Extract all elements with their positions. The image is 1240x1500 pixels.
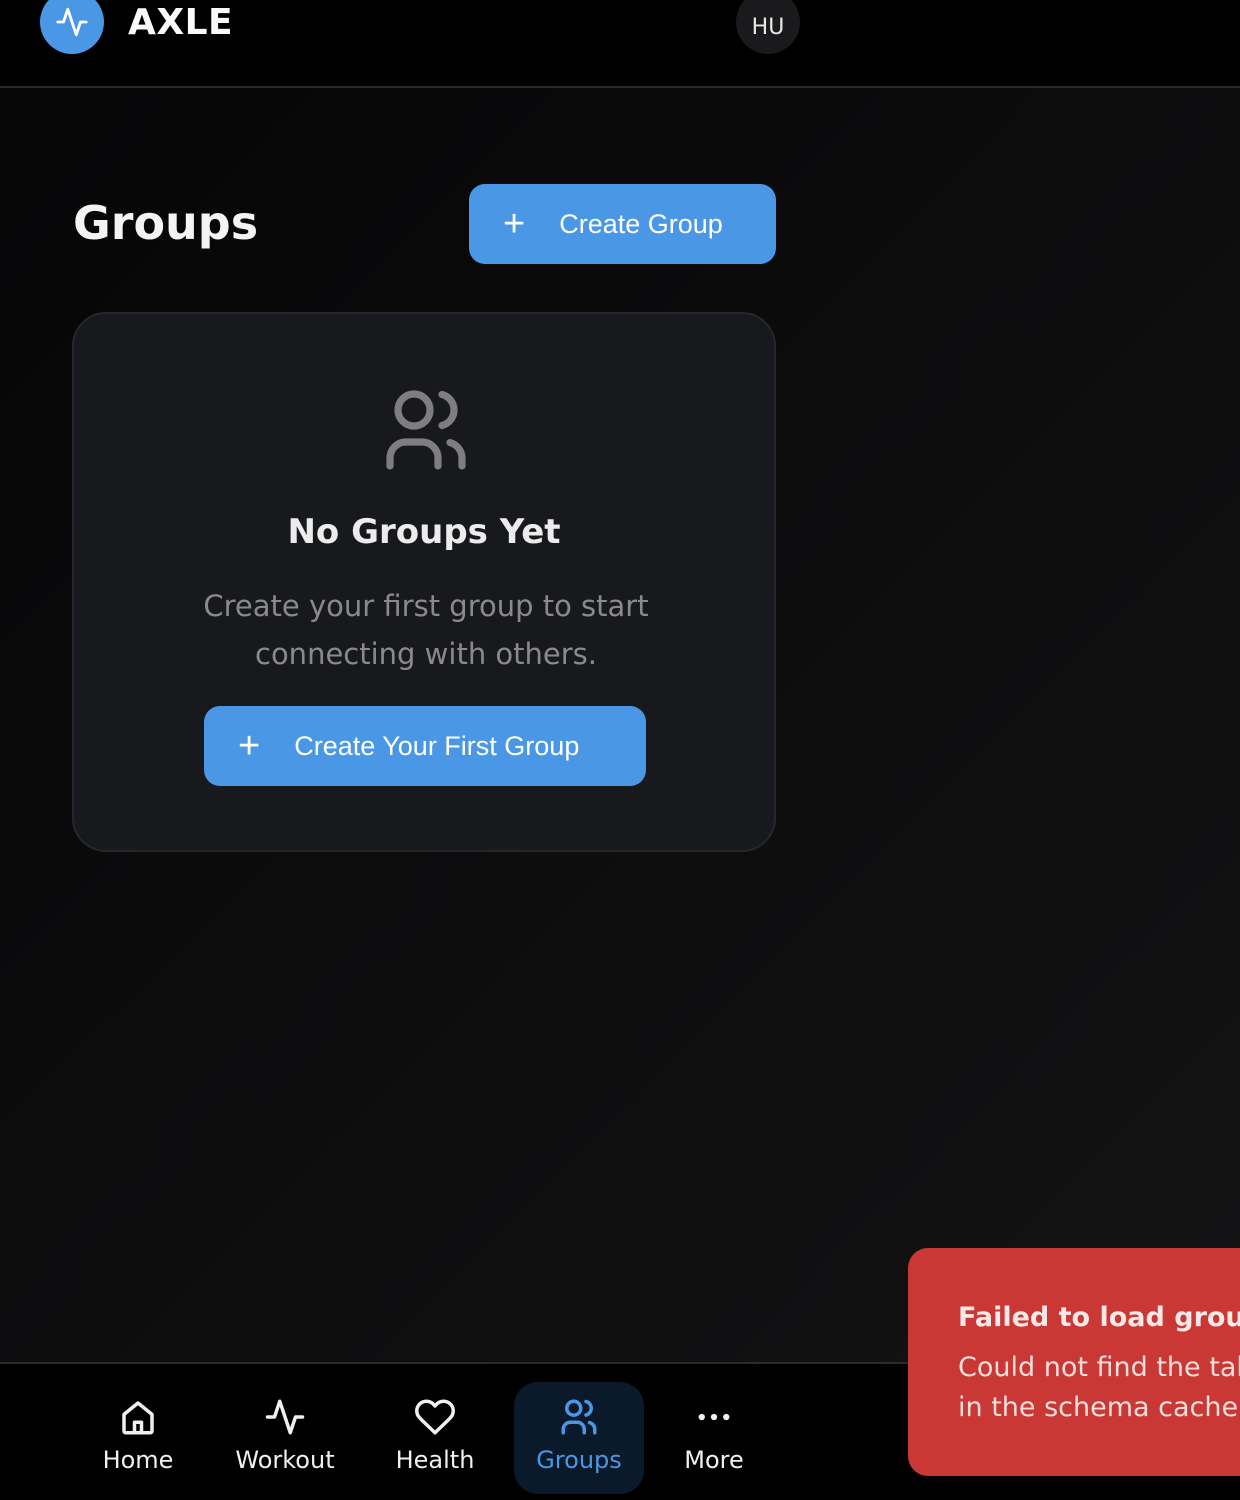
activity-icon: [265, 1399, 305, 1435]
empty-state-description: Create your first group to start connect…: [203, 589, 649, 671]
toast-message-line-2: in the schema cache: [958, 1392, 1239, 1423]
avatar[interactable]: HU: [736, 0, 800, 54]
nav-label: Groups: [536, 1446, 622, 1474]
empty-state-card: No Groups Yet Create your first group to…: [72, 312, 776, 852]
nav-label: Home: [102, 1446, 174, 1474]
logo[interactable]: [40, 0, 104, 54]
nav-item-home[interactable]: Home: [88, 1382, 188, 1494]
home-icon: [122, 1401, 154, 1435]
empty-state-title: No Groups Yet: [287, 512, 561, 552]
users-icon: [561, 1399, 597, 1435]
nav-label: Workout: [235, 1446, 335, 1474]
page-title: Groups: [73, 196, 259, 250]
users-icon: [386, 390, 466, 470]
more-icon: [698, 1413, 730, 1421]
toast-title: Failed to load groups: [958, 1302, 1240, 1333]
heart-icon: [415, 1399, 455, 1435]
plus-icon: +: [503, 203, 526, 245]
create-first-group-label: Create Your First Group: [294, 730, 580, 761]
nav-label: More: [684, 1446, 744, 1474]
create-first-group-button[interactable]: + Create Your First Group: [204, 706, 646, 786]
create-group-label: Create Group: [559, 208, 723, 239]
brand-name: AXLE: [128, 2, 234, 43]
nav-label: Health: [395, 1446, 475, 1474]
toast-message-line-1: Could not find the tab: [958, 1352, 1240, 1383]
nav-item-health[interactable]: Health: [385, 1382, 485, 1494]
nav-item-groups[interactable]: Groups: [514, 1382, 644, 1494]
app-header: AXLE HU: [0, 0, 1240, 88]
nav-item-more[interactable]: More: [668, 1382, 760, 1494]
plus-icon: +: [238, 725, 261, 767]
create-group-button[interactable]: + Create Group: [469, 184, 776, 264]
nav-item-workout[interactable]: Workout: [225, 1382, 345, 1494]
activity-icon: [56, 7, 88, 37]
error-toast[interactable]: Failed to load groups Could not find the…: [908, 1248, 1240, 1476]
toast-message: Could not find the tab in the schema cac…: [958, 1348, 1240, 1428]
